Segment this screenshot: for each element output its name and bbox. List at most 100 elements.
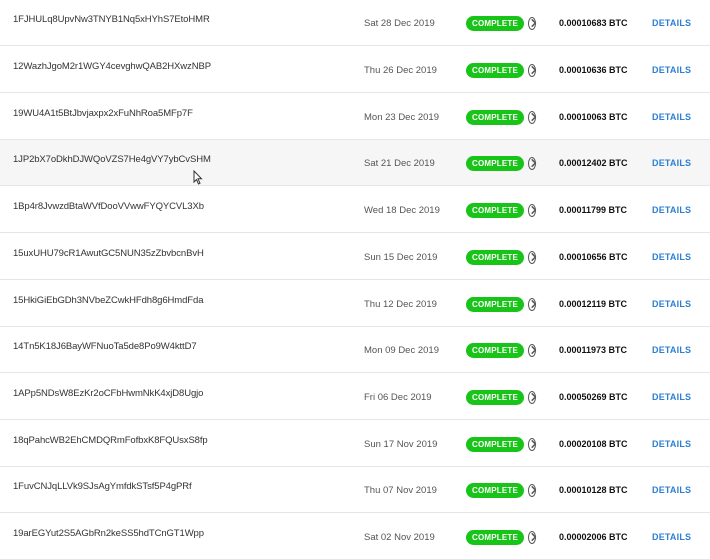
table-row[interactable]: 19WU4A1t5BtJbvjaxpx2xFuNhRoa5MFp7F Mon 23… [0,94,710,140]
amount-cell: 0.00020108 BTC [559,421,639,467]
address-cell: 1FuvCNJqLLVk9SJsAgYmfdkSTsf5P4gPRf [13,467,343,513]
transaction-date: Sat 02 Nov 2019 [364,531,435,543]
table-row[interactable]: 14Tn5K18J6BayWFNuoTa5de8Po9W4kttD7 Mon 09… [0,327,710,373]
table-row[interactable]: 1FuvCNJqLLVk9SJsAgYmfdkSTsf5P4gPRf Thu 07… [0,467,710,513]
transaction-date: Wed 18 Dec 2019 [364,204,440,216]
details-label: DETAILS [652,18,692,28]
transaction-amount: 0.00010656 BTC [559,252,628,262]
address-cell: 15uxUHU79cR1AwutGC5NUN35zZbvbcnBvH [13,234,343,280]
transaction-date: Sat 21 Dec 2019 [364,157,435,169]
details-label: DETAILS [652,112,692,122]
amount-cell: 0.00010636 BTC [559,47,639,93]
chevron-right-circle-icon[interactable] [528,437,537,451]
amount-cell: 0.00002006 BTC [559,514,639,560]
amount-cell: 0.00010683 BTC [559,0,639,46]
transaction-address: 1FJHULq8UpvNw3TNYB1Nq5xHYhS7EtoHMR [13,13,210,25]
date-cell: Sat 28 Dec 2019 [364,0,464,46]
transaction-date: Sat 28 Dec 2019 [364,17,435,29]
details-label: DETAILS [652,485,692,495]
details-link[interactable]: DETAILS [652,327,702,373]
chevron-right-circle-icon[interactable] [528,297,537,311]
details-label: DETAILS [652,439,692,449]
chevron-right-circle-icon[interactable] [528,390,537,404]
details-link[interactable]: DETAILS [652,514,702,560]
status-badge: COMPLETE [466,155,525,171]
transaction-date: Mon 23 Dec 2019 [364,111,439,123]
details-link[interactable]: DETAILS [652,467,702,513]
table-row[interactable]: 1Bp4r8JvwzdBtaWVfDooVVwwFYQYCVL3Xb Wed 18… [0,187,710,233]
status-badge: COMPLETE [466,389,525,405]
amount-cell: 0.00012119 BTC [559,281,639,327]
chevron-right-circle-icon[interactable] [528,343,537,357]
transaction-address: 19arEGYut2S5AGbRn2keSS5hdTCnGT1Wpp [13,527,204,539]
table-row[interactable]: 1APp5NDsW8EzKr2oCFbHwmNkK4xjD8Ugjo Fri 06… [0,374,710,420]
details-link[interactable]: DETAILS [652,187,702,233]
address-cell: 19arEGYut2S5AGbRn2keSS5hdTCnGT1Wpp [13,514,343,560]
transaction-address: 1FuvCNJqLLVk9SJsAgYmfdkSTsf5P4gPRf [13,480,192,492]
status-badge: COMPLETE [466,202,525,218]
amount-cell: 0.00010128 BTC [559,467,639,513]
transaction-amount: 0.00010636 BTC [559,65,628,75]
status-cell: COMPLETE [466,187,537,233]
status-cell: COMPLETE [466,94,537,140]
transactions-table: 1FJHULq8UpvNw3TNYB1Nq5xHYhS7EtoHMR Sat 28… [0,0,710,560]
table-row[interactable]: 12WazhJgoM2r1WGY4cevghwQAB2HXwzNBP Thu 26… [0,47,710,93]
status-cell: COMPLETE [466,327,537,373]
transaction-amount: 0.00050269 BTC [559,392,628,402]
details-link[interactable]: DETAILS [652,234,702,280]
transaction-date: Thu 07 Nov 2019 [364,484,437,496]
table-row[interactable]: 18qPahcWB2EhCMDQRmFofbxK8FQUsxS8fp Sun 17… [0,421,710,467]
chevron-right-circle-icon[interactable] [528,203,537,217]
status-cell: COMPLETE [466,467,537,513]
details-label: DETAILS [652,252,692,262]
status-cell: COMPLETE [466,47,537,93]
chevron-right-circle-icon[interactable] [528,250,537,264]
details-label: DETAILS [652,532,692,542]
date-cell: Sun 17 Nov 2019 [364,421,464,467]
transaction-date: Mon 09 Dec 2019 [364,344,439,356]
details-link[interactable]: DETAILS [652,281,702,327]
date-cell: Sat 21 Dec 2019 [364,140,464,186]
details-label: DETAILS [652,299,692,309]
details-label: DETAILS [652,392,692,402]
status-badge: COMPLETE [466,482,525,498]
date-cell: Mon 09 Dec 2019 [364,327,464,373]
details-link[interactable]: DETAILS [652,140,702,186]
transaction-amount: 0.00012402 BTC [559,158,628,168]
date-cell: Thu 26 Dec 2019 [364,47,464,93]
chevron-right-circle-icon[interactable] [528,63,537,77]
details-link[interactable]: DETAILS [652,421,702,467]
table-row[interactable]: 15uxUHU79cR1AwutGC5NUN35zZbvbcnBvH Sun 15… [0,234,710,280]
address-cell: 14Tn5K18J6BayWFNuoTa5de8Po9W4kttD7 [13,327,343,373]
address-cell: 1JP2bX7oDkhDJWQoVZS7He4gVY7ybCvSHM [13,140,343,186]
chevron-right-circle-icon[interactable] [528,530,537,544]
chevron-right-circle-icon[interactable] [528,156,537,170]
transaction-date: Fri 06 Dec 2019 [364,391,432,403]
transaction-address: 12WazhJgoM2r1WGY4cevghwQAB2HXwzNBP [13,60,211,72]
transaction-date: Sun 15 Dec 2019 [364,251,438,263]
details-label: DETAILS [652,345,692,355]
details-link[interactable]: DETAILS [652,374,702,420]
table-row[interactable]: 1FJHULq8UpvNw3TNYB1Nq5xHYhS7EtoHMR Sat 28… [0,0,710,46]
details-link[interactable]: DETAILS [652,0,702,46]
transaction-amount: 0.00010683 BTC [559,18,628,28]
chevron-right-circle-icon[interactable] [528,16,537,30]
address-cell: 15HkiGiEbGDh3NVbeZCwkHFdh8g6HmdFda [13,281,343,327]
address-cell: 12WazhJgoM2r1WGY4cevghwQAB2HXwzNBP [13,47,343,93]
chevron-right-circle-icon[interactable] [528,483,537,497]
status-badge: COMPLETE [466,529,525,545]
amount-cell: 0.00012402 BTC [559,140,639,186]
transaction-amount: 0.00011973 BTC [559,345,628,355]
table-row[interactable]: 15HkiGiEbGDh3NVbeZCwkHFdh8g6HmdFda Thu 12… [0,281,710,327]
chevron-right-circle-icon[interactable] [528,110,537,124]
details-link[interactable]: DETAILS [652,47,702,93]
transaction-amount: 0.00010063 BTC [559,112,628,122]
address-cell: 1Bp4r8JvwzdBtaWVfDooVVwwFYQYCVL3Xb [13,187,343,233]
transaction-address: 1JP2bX7oDkhDJWQoVZS7He4gVY7ybCvSHM [13,153,211,165]
date-cell: Sat 02 Nov 2019 [364,514,464,560]
table-row[interactable]: 19arEGYut2S5AGbRn2keSS5hdTCnGT1Wpp Sat 02… [0,514,710,560]
details-link[interactable]: DETAILS [652,94,702,140]
table-row[interactable]: 1JP2bX7oDkhDJWQoVZS7He4gVY7ybCvSHM Sat 21… [0,140,710,186]
address-cell: 19WU4A1t5BtJbvjaxpx2xFuNhRoa5MFp7F [13,94,343,140]
transaction-address: 18qPahcWB2EhCMDQRmFofbxK8FQUsxS8fp [13,434,208,446]
